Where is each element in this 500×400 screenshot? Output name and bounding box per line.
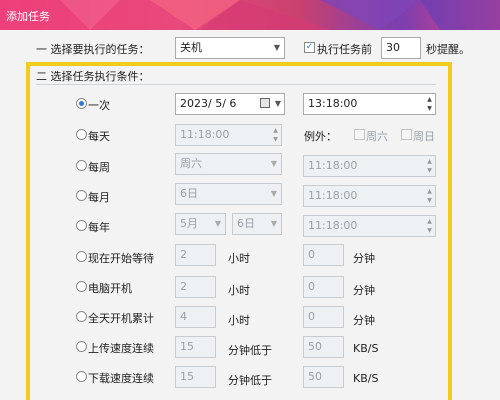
uptime-label: 全天开机累计: [88, 312, 154, 325]
daily-time-spinner[interactable]: 11:18:00 ▲ ▼: [175, 124, 282, 146]
title-bar-decoration: [60, 0, 500, 30]
boot-hours-unit: 小时: [228, 284, 250, 297]
boot-label: 电脑开机: [88, 282, 132, 295]
chevron-down-icon: ▼: [270, 219, 277, 228]
except-label: 例外：: [304, 130, 337, 143]
reminder-seconds-input[interactable]: 30: [381, 37, 421, 59]
spin-down-icon[interactable]: ▼: [271, 135, 280, 144]
wait-minutes-input[interactable]: 0: [303, 244, 344, 266]
uptime-minutes-unit: 分钟: [353, 314, 375, 327]
radio-once[interactable]: [76, 98, 87, 109]
upload-label: 上传速度连续: [88, 342, 154, 355]
wait-label: 现在开始等待: [88, 252, 154, 265]
task-section-label: 一 选择要执行的任务：: [36, 43, 150, 56]
chevron-down-icon: ▼: [214, 219, 221, 228]
wait-hours-input[interactable]: 2: [175, 244, 216, 266]
wait-hours-unit: 小时: [228, 252, 250, 265]
daily-label: 每天: [88, 130, 110, 143]
radio-monthly[interactable]: [76, 190, 87, 201]
upload-minutes-input[interactable]: 15: [175, 336, 216, 358]
chevron-down-icon: ▼: [270, 159, 277, 168]
spin-down-icon[interactable]: ▼: [425, 166, 434, 175]
chevron-down-icon: ▼: [273, 43, 280, 52]
execute-before-checkbox[interactable]: ✓: [304, 42, 315, 53]
except-saturday-checkbox[interactable]: [354, 129, 365, 140]
monthly-day-select[interactable]: 6日 ▼: [175, 183, 282, 205]
spin-up-icon[interactable]: ▲: [425, 187, 434, 196]
uptime-minutes-input[interactable]: 0: [303, 306, 344, 328]
once-label: 一次: [88, 99, 110, 112]
spin-down-icon[interactable]: ▼: [425, 226, 434, 235]
spin-up-icon[interactable]: ▲: [271, 126, 280, 135]
radio-weekly[interactable]: [76, 160, 87, 171]
radio-boot[interactable]: [76, 281, 87, 292]
upload-speed-unit: KB/S: [353, 342, 379, 355]
window-title: 添加任务: [6, 10, 50, 23]
boot-hours-input[interactable]: 2: [175, 276, 216, 298]
title-bar: 添加任务: [0, 0, 500, 30]
download-speed-input[interactable]: 50: [303, 366, 344, 388]
except-sunday-label: 周日: [413, 130, 435, 143]
conditions-section-label: 二 选择任务执行条件：: [36, 70, 150, 83]
radio-uptime[interactable]: [76, 311, 87, 322]
seconds-suffix-label: 秒提醒。: [426, 43, 470, 56]
yearly-time-spinner[interactable]: 11:18:00 ▲ ▼: [303, 215, 436, 237]
task-select[interactable]: 关机 ▼: [175, 37, 285, 59]
yearly-month-select[interactable]: 5月 ▼: [175, 213, 226, 235]
spin-up-icon[interactable]: ▲: [425, 217, 434, 226]
yearly-day-select[interactable]: 6日 ▼: [232, 213, 282, 235]
weekly-label: 每周: [88, 161, 110, 174]
boot-minutes-unit: 分钟: [353, 284, 375, 297]
yearly-label: 每年: [88, 221, 110, 234]
once-date-picker[interactable]: 2023/ 5/ 6 ▼: [175, 93, 285, 115]
download-minutes-unit: 分钟低于: [228, 374, 272, 387]
wait-minutes-unit: 分钟: [353, 252, 375, 265]
uptime-hours-unit: 小时: [228, 314, 250, 327]
download-label: 下载速度连续: [88, 372, 154, 385]
spin-up-icon[interactable]: ▲: [425, 95, 434, 104]
spin-down-icon[interactable]: ▼: [425, 104, 434, 113]
radio-wait[interactable]: [76, 251, 87, 262]
execute-before-label: 执行任务前: [317, 43, 372, 56]
uptime-hours-input[interactable]: 4: [175, 306, 216, 328]
download-speed-unit: KB/S: [353, 372, 379, 385]
monthly-label: 每月: [88, 191, 110, 204]
upload-speed-input[interactable]: 50: [303, 336, 344, 358]
spin-up-icon[interactable]: ▲: [425, 157, 434, 166]
weekly-day-select[interactable]: 周六 ▼: [175, 153, 282, 175]
monthly-time-spinner[interactable]: 11:18:00 ▲ ▼: [303, 185, 436, 207]
upload-minutes-unit: 分钟低于: [228, 344, 272, 357]
download-minutes-input[interactable]: 15: [175, 366, 216, 388]
radio-upload[interactable]: [76, 341, 87, 352]
spin-down-icon[interactable]: ▼: [425, 196, 434, 205]
chevron-down-icon: ▼: [270, 189, 277, 198]
weekly-time-spinner[interactable]: 11:18:00 ▲ ▼: [303, 155, 436, 177]
radio-daily[interactable]: [76, 129, 87, 140]
except-saturday-label: 周六: [366, 130, 388, 143]
once-time-spinner[interactable]: 13:18:00 ▲ ▼: [303, 93, 436, 115]
group-divider: [36, 84, 436, 85]
radio-download[interactable]: [76, 371, 87, 382]
except-sunday-checkbox[interactable]: [401, 129, 412, 140]
chevron-down-icon: ▼: [274, 99, 281, 108]
boot-minutes-input[interactable]: 0: [303, 276, 344, 298]
radio-yearly[interactable]: [76, 220, 87, 231]
calendar-icon[interactable]: [260, 98, 270, 108]
